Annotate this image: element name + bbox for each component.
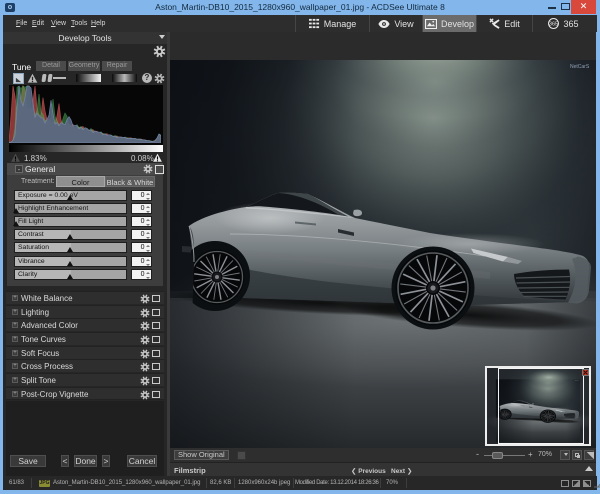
svg-text:NetCarS: NetCarS	[570, 64, 590, 70]
svg-text:365: 365	[549, 22, 558, 28]
